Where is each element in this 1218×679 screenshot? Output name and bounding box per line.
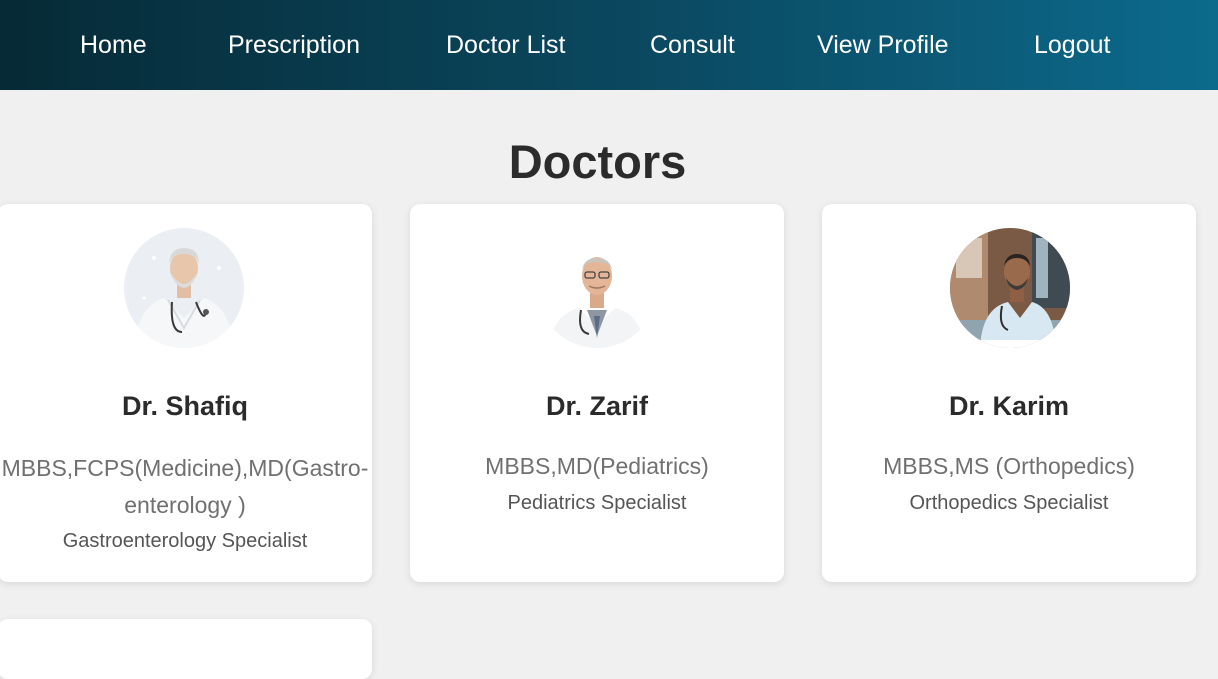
doctor-card[interactable]: Dr. Zarif MBBS,MD(Pediatrics) Pediatrics… bbox=[410, 204, 784, 582]
page-title: Doctors bbox=[508, 135, 687, 188]
doctor-avatar bbox=[124, 228, 244, 348]
doctor-specialty: Gastroenterology Specialist bbox=[62, 530, 308, 552]
doctor-card[interactable] bbox=[0, 619, 372, 679]
navbar: Home Prescription Doctor List Consult Vi… bbox=[0, 0, 1218, 90]
doctor-card[interactable]: Dr. Shafiq MBBS,FCPS(Medicine),MD(Gastro… bbox=[0, 204, 372, 582]
doctor-name: Dr. Shafiq bbox=[121, 391, 249, 421]
doctor-avatar bbox=[950, 228, 1070, 348]
doctor-degree: enterology ) bbox=[124, 492, 246, 518]
doctor-avatar bbox=[537, 228, 657, 348]
doctor-degree: MBBS,MS (Orthopedics) bbox=[883, 453, 1135, 479]
doctor-degree: MBBS,MD(Pediatrics) bbox=[485, 453, 709, 479]
doctor-name: Dr. Karim bbox=[948, 391, 1070, 421]
nav-home-link[interactable]: Home bbox=[80, 28, 147, 62]
doctor-name: Dr. Zarif bbox=[545, 391, 649, 421]
doctor-degree: MBBS,FCPS(Medicine),MD(Gastro- bbox=[1, 455, 369, 481]
nav-consult-link[interactable]: Consult bbox=[650, 28, 735, 62]
nav-prescription-link[interactable]: Prescription bbox=[228, 28, 360, 62]
doctor-specialty: Pediatrics Specialist bbox=[507, 492, 687, 514]
nav-logout-link[interactable]: Logout bbox=[1034, 28, 1110, 62]
doctor-card[interactable]: Dr. Karim MBBS,MS (Orthopedics) Orthoped… bbox=[822, 204, 1196, 582]
doctor-specialty: Orthopedics Specialist bbox=[909, 492, 1109, 514]
nav-doctor-list-link[interactable]: Doctor List bbox=[446, 28, 565, 62]
nav-view-profile-link[interactable]: View Profile bbox=[817, 28, 949, 62]
